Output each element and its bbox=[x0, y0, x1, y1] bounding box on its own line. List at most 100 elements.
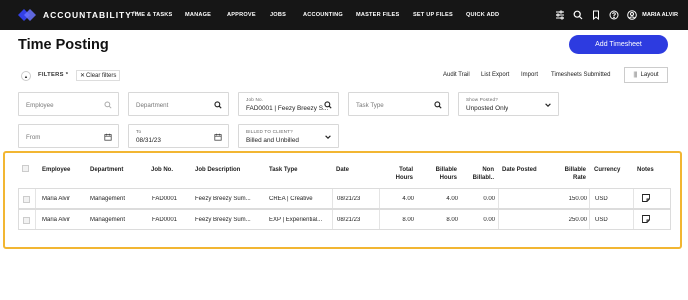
select-all-checkbox[interactable] bbox=[22, 165, 29, 172]
audit-trail-link[interactable]: Audit Trail bbox=[443, 72, 470, 78]
calendar-icon[interactable] bbox=[104, 133, 112, 141]
note-icon[interactable] bbox=[641, 214, 651, 224]
cell-currency: USD bbox=[595, 217, 608, 223]
to-value: 08/31/23 bbox=[136, 137, 161, 144]
billed-to-client-select[interactable]: BILLED TO CLIENT? Billed and Unbilled bbox=[238, 124, 339, 148]
column-divider bbox=[332, 210, 333, 229]
department-placeholder: Department bbox=[136, 102, 169, 109]
column-divider bbox=[35, 189, 36, 208]
column-divider bbox=[379, 189, 380, 208]
collapse-filters-button[interactable]: ▲ bbox=[21, 71, 31, 81]
help-icon[interactable] bbox=[608, 9, 620, 21]
col-billable-hours[interactable]: Billable Hours bbox=[423, 166, 457, 182]
nav-set-up-files[interactable]: SET UP FILES bbox=[413, 12, 453, 18]
job-no-filter[interactable]: Job No. FAD0001 | Feezy Breezy S... bbox=[238, 92, 339, 116]
col-department[interactable]: Department bbox=[90, 166, 123, 174]
nav-manage[interactable]: MANAGE bbox=[185, 12, 211, 18]
col-job-no[interactable]: Job No. bbox=[151, 166, 173, 174]
cell-billable-rate: 250.00 bbox=[568, 217, 587, 223]
cell-job-no[interactable]: FAD0001 bbox=[152, 217, 177, 223]
cell-task-type: CREA | Creative bbox=[269, 196, 313, 202]
search-icon bbox=[324, 101, 332, 109]
department-filter[interactable]: Department bbox=[128, 92, 229, 116]
row-checkbox[interactable] bbox=[23, 217, 30, 224]
clear-filters-button[interactable]: ✕ Clear filters bbox=[76, 70, 121, 81]
nav-quick-add[interactable]: QUICK ADD bbox=[466, 12, 499, 18]
col-currency[interactable]: Currency bbox=[594, 166, 620, 174]
cell-job-description: Feezy Breezy Sum... bbox=[195, 196, 251, 202]
nav-master-files[interactable]: MASTER FILES bbox=[356, 12, 399, 18]
employee-filter[interactable]: Employee bbox=[18, 92, 119, 116]
timesheets-submitted-link[interactable]: Timesheets Submitted bbox=[551, 72, 610, 78]
cell-employee: Maria Alvir bbox=[42, 217, 71, 223]
cell-job-description: Feezy Breezy Sum... bbox=[195, 217, 251, 223]
nav-approve[interactable]: APPROVE bbox=[227, 12, 256, 18]
from-placeholder: From bbox=[26, 134, 41, 141]
table-row[interactable]: Maria Alvir Management FAD0001 Feezy Bre… bbox=[18, 209, 671, 230]
row-checkbox[interactable] bbox=[23, 196, 30, 203]
search-icon[interactable] bbox=[572, 9, 584, 21]
col-billable-rate[interactable]: Billable Rate bbox=[551, 166, 586, 182]
cell-department: Management bbox=[90, 217, 126, 223]
cell-billable-hours: 8.00 bbox=[446, 217, 458, 223]
page-title: Time Posting bbox=[18, 37, 109, 53]
note-icon[interactable] bbox=[641, 193, 651, 203]
table-row[interactable]: Maria Alvir Management FAD0001 Feezy Bre… bbox=[18, 188, 671, 209]
to-date-filter[interactable]: To 08/31/23 bbox=[128, 124, 229, 148]
chevron-up-icon: ▲ bbox=[24, 73, 28, 79]
col-billable-rate-line1: Billable bbox=[564, 167, 586, 173]
col-billable-hours-line1: Billable bbox=[435, 167, 457, 173]
cell-non-billable: 0.00 bbox=[483, 196, 495, 202]
task-type-filter[interactable]: Task Type bbox=[348, 92, 449, 116]
col-non-billable[interactable]: Non Billabl.. bbox=[462, 166, 494, 182]
col-notes[interactable]: Notes bbox=[637, 166, 654, 174]
import-link[interactable]: Import bbox=[521, 72, 538, 78]
bookmark-icon[interactable] bbox=[590, 9, 602, 21]
nav-jobs[interactable]: JOBS bbox=[270, 12, 286, 18]
search-icon bbox=[434, 101, 442, 109]
columns-icon: ||| bbox=[633, 72, 637, 78]
calendar-icon[interactable] bbox=[214, 133, 222, 141]
cell-total-hours: 4.00 bbox=[402, 196, 414, 202]
cell-employee: Maria Alvir bbox=[42, 196, 71, 202]
nav-time-tasks[interactable]: TIME & TASKS bbox=[131, 12, 172, 18]
cell-department: Management bbox=[90, 196, 126, 202]
layout-button[interactable]: ||| Layout bbox=[624, 67, 668, 83]
list-export-link[interactable]: List Export bbox=[481, 72, 509, 78]
search-icon bbox=[214, 101, 222, 109]
user-avatar-icon[interactable] bbox=[626, 9, 638, 21]
cell-billable-rate: 150.00 bbox=[568, 196, 587, 202]
billed-to-client-value: Billed and Unbilled bbox=[246, 137, 299, 144]
col-employee[interactable]: Employee bbox=[42, 166, 70, 174]
add-timesheet-button[interactable]: Add Timesheet bbox=[569, 35, 668, 54]
user-name[interactable]: MARIA ALVIR bbox=[642, 12, 678, 18]
cell-total-hours: 8.00 bbox=[402, 217, 414, 223]
col-date[interactable]: Date bbox=[336, 166, 349, 174]
col-job-description[interactable]: Job Description bbox=[195, 166, 240, 174]
from-date-filter[interactable]: From bbox=[18, 124, 119, 148]
search-icon bbox=[104, 101, 112, 109]
chevron-down-icon bbox=[544, 101, 552, 109]
col-total-hours[interactable]: Total Hours bbox=[381, 166, 413, 182]
cell-job-no[interactable]: FAD0001 bbox=[152, 196, 177, 202]
nav-accounting[interactable]: ACCOUNTING bbox=[303, 12, 343, 18]
column-divider bbox=[633, 189, 634, 208]
job-no-label: Job No. bbox=[246, 97, 264, 102]
show-posted-label: Show Posted? bbox=[466, 97, 499, 102]
col-billable-hours-line2: Hours bbox=[439, 175, 457, 181]
brand[interactable]: ACCOUNTABILITY TM bbox=[18, 9, 138, 21]
show-posted-value: Unposted Only bbox=[466, 105, 509, 112]
cell-date: 08/21/23 bbox=[337, 217, 361, 223]
column-divider bbox=[589, 189, 590, 208]
cell-currency: USD bbox=[595, 196, 608, 202]
col-date-posted[interactable]: Date Posted bbox=[502, 166, 537, 174]
show-posted-select[interactable]: Show Posted? Unposted Only bbox=[458, 92, 559, 116]
sliders-icon[interactable] bbox=[554, 9, 566, 21]
layout-label: Layout bbox=[640, 72, 659, 78]
col-task-type[interactable]: Task Type bbox=[269, 166, 297, 174]
column-divider bbox=[35, 210, 36, 229]
employee-placeholder: Employee bbox=[26, 102, 54, 109]
column-divider bbox=[589, 210, 590, 229]
top-nav: ACCOUNTABILITY TM TIME & TASKS MANAGE AP… bbox=[0, 0, 688, 30]
task-type-placeholder: Task Type bbox=[356, 102, 384, 109]
